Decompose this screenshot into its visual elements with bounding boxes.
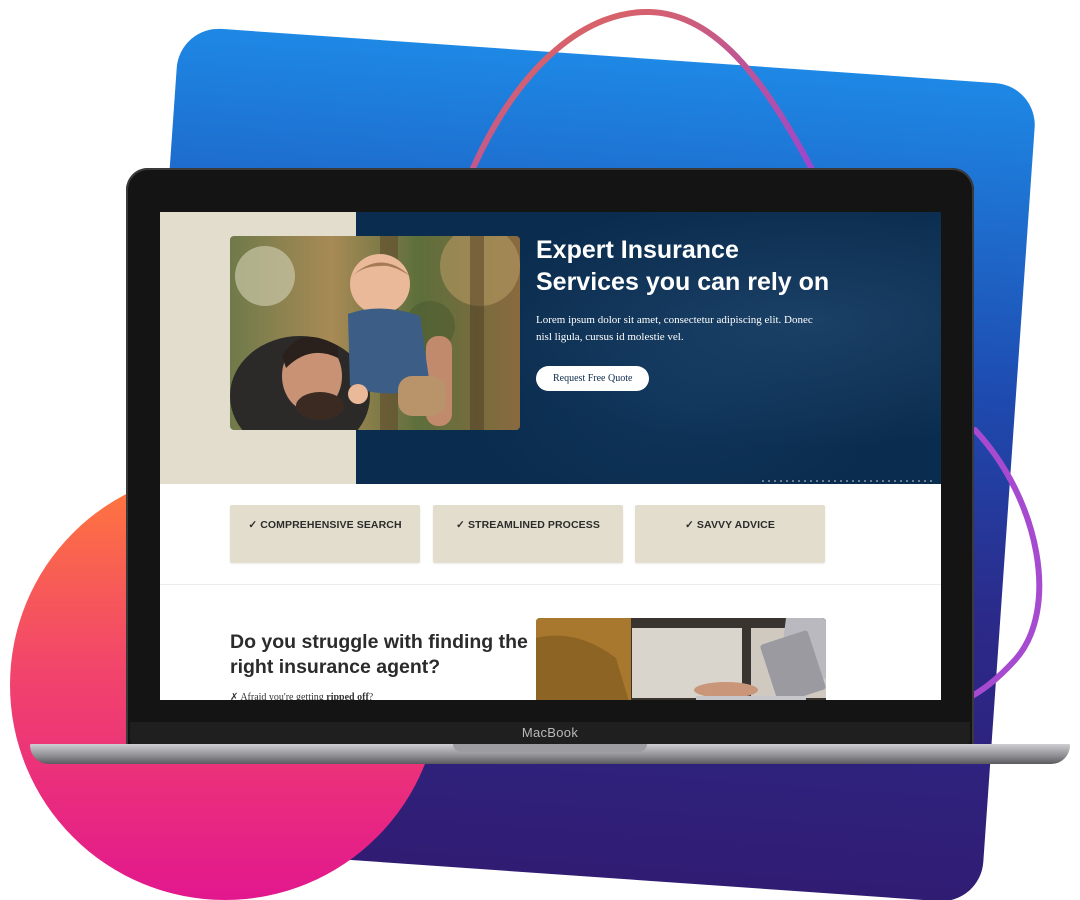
feature-label: ✓ SAVVY ADVICE: [685, 519, 775, 531]
struggle-list-item: ✗ Afraid you're getting ripped off?: [230, 692, 373, 700]
struggle-item-suffix: ?: [368, 692, 374, 700]
feature-label: ✓ STREAMLINED PROCESS: [456, 519, 600, 531]
features-row: ✓ COMPREHENSIVE SEARCH ✓ STREAMLINED PRO…: [230, 505, 830, 563]
feature-card-comprehensive-search: ✓ COMPREHENSIVE SEARCH: [230, 505, 420, 563]
stage: MacBook Expert Insurance Services you ca…: [0, 0, 1080, 900]
feature-card-savvy-advice: ✓ SAVVY ADVICE: [635, 505, 825, 563]
laptop-notch: [453, 744, 647, 752]
feature-card-streamlined-process: ✓ STREAMLINED PROCESS: [433, 505, 623, 563]
struggle-item-prefix: ✗ Afraid you're getting: [230, 692, 327, 700]
struggle-heading: Do you struggle with finding the right i…: [230, 631, 528, 678]
struggle-item-emphasis: ripped off: [326, 692, 369, 700]
family-photo: [230, 236, 520, 430]
hero-section: Expert Insurance Services you can rely o…: [160, 212, 941, 484]
hero-text-block: Expert Insurance Services you can rely o…: [536, 234, 836, 391]
hero-title: Expert Insurance Services you can rely o…: [536, 236, 830, 296]
request-quote-button[interactable]: Request Free Quote: [536, 366, 650, 391]
hero-dotted-line: [760, 480, 935, 482]
feature-label: ✓ COMPREHENSIVE SEARCH: [248, 519, 402, 531]
section-divider: [160, 584, 941, 585]
hero-subtitle: Lorem ipsum dolor sit amet, consectetur …: [536, 314, 813, 343]
laptop-screen: Expert Insurance Services you can rely o…: [160, 212, 941, 700]
laptop-work-photo: [536, 618, 826, 700]
laptop-brand-label: MacBook: [521, 725, 579, 740]
